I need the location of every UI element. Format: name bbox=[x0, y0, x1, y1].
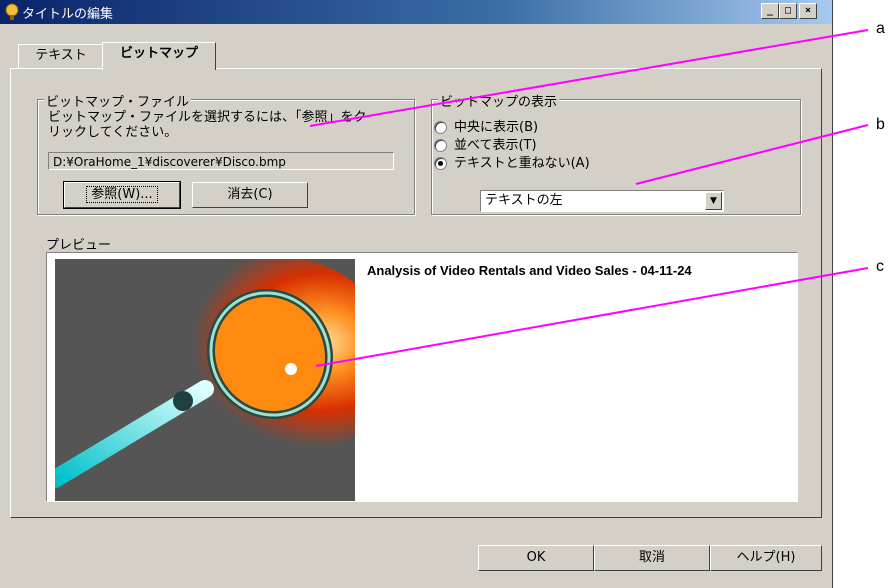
preview-box: Analysis of Video Rentals and Video Sale… bbox=[46, 252, 798, 502]
title-bar[interactable]: タイトルの編集 _ □ × bbox=[0, 0, 832, 24]
position-select-value: テキストの左 bbox=[485, 193, 563, 208]
preview-label: プレビュー bbox=[46, 238, 112, 253]
maximize-button[interactable]: □ bbox=[779, 3, 797, 19]
help-button[interactable]: ヘルプ(H) bbox=[710, 545, 822, 571]
radio-center[interactable]: 中央に表示(B) bbox=[434, 120, 539, 136]
browse-button[interactable]: 参照(W)... bbox=[63, 181, 181, 209]
callout-label-a: a bbox=[876, 20, 885, 37]
bitmap-path-field[interactable]: D:¥OraHome_1¥discoverer¥Disco.bmp bbox=[48, 152, 394, 170]
radio-tile[interactable]: 並べて表示(T) bbox=[434, 138, 537, 154]
radio-no-overlap[interactable]: テキストと重ねない(A) bbox=[434, 156, 590, 172]
minimize-button[interactable]: _ bbox=[761, 3, 779, 19]
radio-no-overlap-label: テキストと重ねない(A) bbox=[454, 156, 590, 171]
dialog-window: タイトルの編集 _ □ × テキスト ビットマップ ビットマップ・ファイル ビッ… bbox=[0, 0, 833, 588]
ok-button[interactable]: OK bbox=[478, 545, 594, 571]
tab-text[interactable]: テキスト bbox=[18, 44, 104, 69]
bitmap-file-group: ビットマップ・ファイル ビットマップ・ファイルを選択するには、「参照」をクリック… bbox=[37, 91, 415, 215]
radio-no-overlap-button[interactable] bbox=[434, 157, 447, 170]
magnifier-image bbox=[55, 259, 355, 501]
clear-button[interactable]: 消去(C) bbox=[192, 182, 308, 208]
bitmap-display-group: ビットマップの表示 中央に表示(B) 並べて表示(T) テキストと重ねない(A)… bbox=[431, 91, 801, 215]
radio-center-label: 中央に表示(B) bbox=[454, 120, 539, 135]
bitmap-display-legend: ビットマップの表示 bbox=[438, 91, 560, 110]
cancel-button[interactable]: 取消 bbox=[594, 545, 710, 571]
chevron-down-icon[interactable]: ▼ bbox=[705, 192, 722, 210]
app-icon bbox=[5, 3, 19, 20]
tab-bitmap[interactable]: ビットマップ bbox=[102, 42, 216, 70]
bitmap-file-description: ビットマップ・ファイルを選択するには、「参照」をクリックしてください。 bbox=[48, 110, 367, 140]
bitmap-file-legend: ビットマップ・ファイル bbox=[44, 91, 192, 110]
radio-center-button[interactable] bbox=[434, 121, 447, 134]
callout-label-b: b bbox=[876, 116, 885, 133]
radio-tile-label: 並べて表示(T) bbox=[454, 138, 537, 153]
position-select[interactable]: テキストの左 ▼ bbox=[480, 190, 724, 212]
browse-button-label: 参照(W)... bbox=[86, 186, 158, 203]
close-button[interactable]: × bbox=[799, 3, 817, 19]
callout-label-c: c bbox=[876, 258, 884, 275]
window-title: タイトルの編集 bbox=[22, 7, 114, 22]
preview-title: Analysis of Video Rentals and Video Sale… bbox=[367, 263, 692, 278]
radio-tile-button[interactable] bbox=[434, 139, 447, 152]
